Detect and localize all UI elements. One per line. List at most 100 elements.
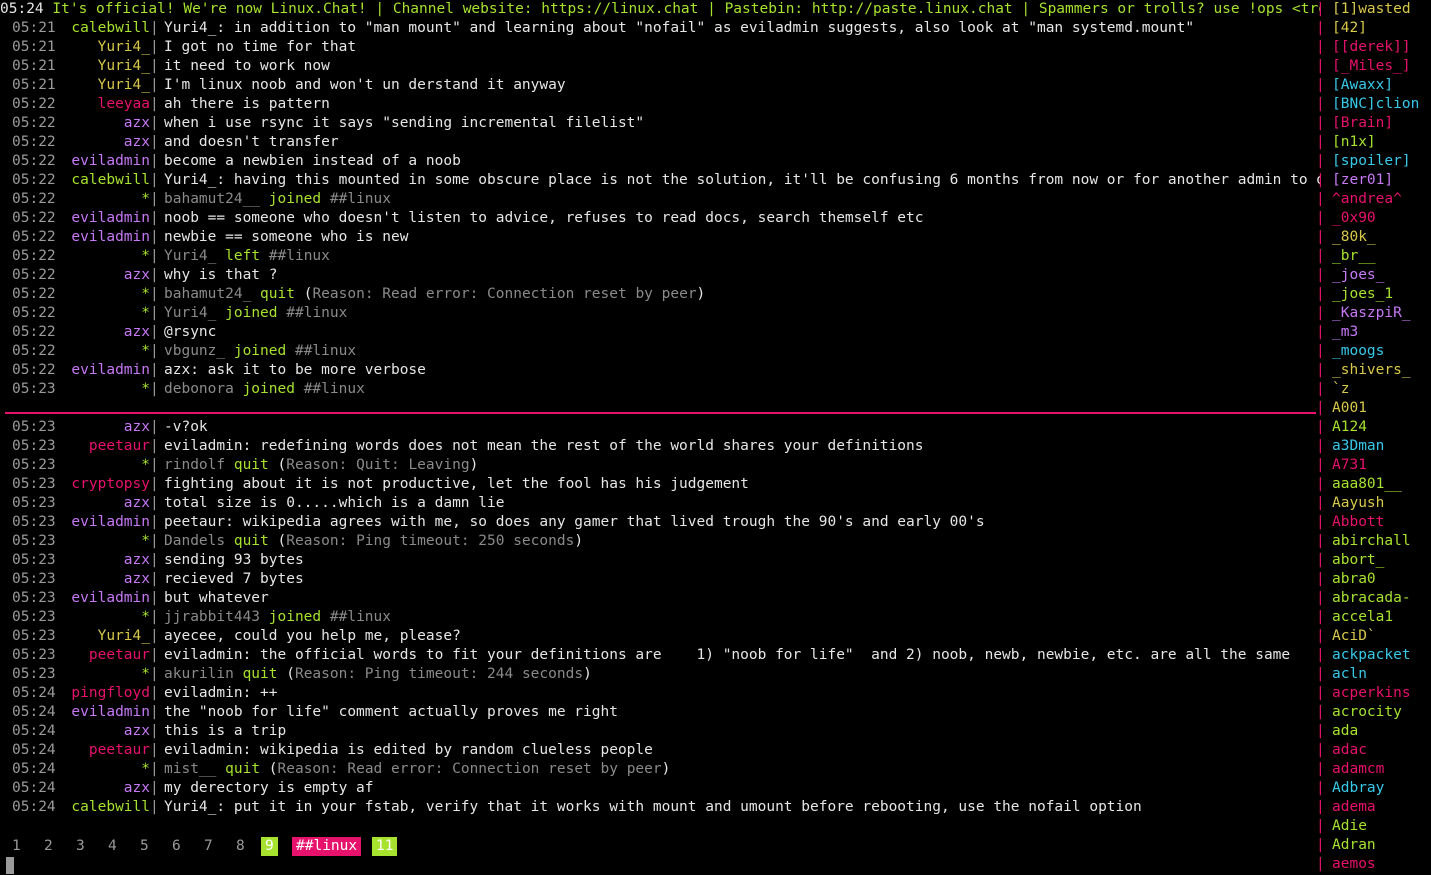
- nicklist-item[interactable]: | ada: [1316, 722, 1431, 741]
- nicklist-item[interactable]: | [1]wasted: [1316, 0, 1431, 19]
- nicklist-item[interactable]: | abort_: [1316, 551, 1431, 570]
- nicklist-name[interactable]: abra0: [1332, 571, 1376, 587]
- message-nick[interactable]: pingfloyd: [71, 684, 150, 703]
- window-tab[interactable]: 7: [204, 837, 213, 856]
- nicklist-name[interactable]: acperkins: [1332, 685, 1411, 701]
- event-nick[interactable]: jjrabbit443: [164, 609, 260, 625]
- nicklist-item[interactable]: | Abbott: [1316, 513, 1431, 532]
- nicklist-name[interactable]: _joes_1: [1332, 286, 1393, 302]
- nicklist-item[interactable]: | _shivers_: [1316, 361, 1431, 380]
- nicklist-name[interactable]: _KaszpiR_: [1332, 305, 1411, 321]
- event-nick[interactable]: Yuri4_: [164, 248, 216, 264]
- message-nick[interactable]: Yuri4_: [98, 627, 150, 646]
- event-nick[interactable]: rindolf: [164, 457, 225, 473]
- event-nick[interactable]: Yuri4_: [164, 305, 216, 321]
- window-tab[interactable]: 1: [12, 837, 21, 856]
- nicklist-name[interactable]: _0x90: [1332, 210, 1376, 226]
- message-nick[interactable]: cryptopsy: [71, 475, 150, 494]
- window-tab[interactable]: 8: [236, 837, 245, 856]
- nicklist-item[interactable]: | adamcm: [1316, 760, 1431, 779]
- nicklist-name[interactable]: adamcm: [1332, 761, 1384, 777]
- nicklist-item[interactable]: | abra0: [1316, 570, 1431, 589]
- nicklist-name[interactable]: [1]wasted: [1332, 1, 1411, 17]
- message-nick[interactable]: eviladmin: [71, 361, 150, 380]
- nicklist-item[interactable]: | acperkins: [1316, 684, 1431, 703]
- nicklist-item[interactable]: | Adran: [1316, 836, 1431, 855]
- message-nick[interactable]: azx: [124, 570, 150, 589]
- nicklist-item[interactable]: | Adbray: [1316, 779, 1431, 798]
- nicklist-item[interactable]: | `z: [1316, 380, 1431, 399]
- nicklist-name[interactable]: A001: [1332, 400, 1367, 416]
- nicklist-name[interactable]: ada: [1332, 723, 1358, 739]
- message-nick[interactable]: eviladmin: [71, 589, 150, 608]
- nicklist-item[interactable]: | aaa801__: [1316, 475, 1431, 494]
- nicklist-item[interactable]: | _br__: [1316, 247, 1431, 266]
- nicklist-item[interactable]: | Adie: [1316, 817, 1431, 836]
- nicklist-item[interactable]: | [_Miles_]: [1316, 57, 1431, 76]
- nicklist-name[interactable]: abort_: [1332, 552, 1384, 568]
- nicklist-name[interactable]: [n1x]: [1332, 134, 1376, 150]
- nicklist-item[interactable]: | ackpacket: [1316, 646, 1431, 665]
- nicklist-name[interactable]: _shivers_: [1332, 362, 1411, 378]
- nicklist-item[interactable]: | [Awaxx]: [1316, 76, 1431, 95]
- message-nick[interactable]: calebwill: [71, 798, 150, 817]
- event-nick[interactable]: mist__: [164, 761, 216, 777]
- message-nick[interactable]: eviladmin: [71, 228, 150, 247]
- event-nick[interactable]: bahamut24_: [164, 286, 251, 302]
- nicklist-name[interactable]: adema: [1332, 799, 1376, 815]
- nicklist-name[interactable]: _joes_: [1332, 267, 1384, 283]
- message-nick[interactable]: Yuri4_: [98, 57, 150, 76]
- message-nick[interactable]: azx: [124, 722, 150, 741]
- event-nick[interactable]: debonora: [164, 381, 234, 397]
- nicklist-name[interactable]: Adie: [1332, 818, 1367, 834]
- window-tab[interactable]: 2: [44, 837, 53, 856]
- nicklist-item[interactable]: | _KaszpiR_: [1316, 304, 1431, 323]
- nicklist-name[interactable]: accela1: [1332, 609, 1393, 625]
- nicklist-item[interactable]: | AciD`: [1316, 627, 1431, 646]
- nicklist-item[interactable]: | aemos: [1316, 855, 1431, 874]
- nicklist-name[interactable]: _br__: [1332, 248, 1376, 264]
- nicklist-name[interactable]: _m3: [1332, 324, 1358, 340]
- message-nick[interactable]: eviladmin: [71, 703, 150, 722]
- nicklist-item[interactable]: | [[derek]]: [1316, 38, 1431, 57]
- nicklist-item[interactable]: | _0x90: [1316, 209, 1431, 228]
- window-tab[interactable]: 9: [261, 837, 278, 856]
- nicklist-name[interactable]: A731: [1332, 457, 1367, 473]
- message-nick[interactable]: azx: [124, 133, 150, 152]
- nicklist-item[interactable]: | [zer01]: [1316, 171, 1431, 190]
- input-cursor[interactable]: [6, 857, 14, 874]
- nicklist-name[interactable]: Abbott: [1332, 514, 1384, 530]
- nicklist-name[interactable]: aaa801__: [1332, 476, 1402, 492]
- nicklist-item[interactable]: | _joes_1: [1316, 285, 1431, 304]
- nicklist-name[interactable]: ackpacket: [1332, 647, 1411, 663]
- nicklist-name[interactable]: [[derek]]: [1332, 39, 1411, 55]
- nicklist-item[interactable]: | [BNC]clion: [1316, 95, 1431, 114]
- message-nick[interactable]: leeyaa: [98, 95, 150, 114]
- nicklist-name[interactable]: _80k_: [1332, 229, 1376, 245]
- chat-buffer[interactable]: 05:21 calebwill | Yuri4_: in addition to "m…: [0, 19, 1320, 817]
- nicklist-item[interactable]: | A001: [1316, 399, 1431, 418]
- nicklist-name[interactable]: A124: [1332, 419, 1367, 435]
- message-nick[interactable]: peetaur: [89, 646, 150, 665]
- event-nick[interactable]: akurilin: [164, 666, 234, 682]
- message-nick[interactable]: calebwill: [71, 19, 150, 38]
- event-nick[interactable]: Dandels: [164, 533, 225, 549]
- nicklist-name[interactable]: [42]: [1332, 20, 1367, 36]
- nicklist-name[interactable]: _moogs: [1332, 343, 1384, 359]
- message-nick[interactable]: azx: [124, 779, 150, 798]
- message-nick[interactable]: peetaur: [89, 741, 150, 760]
- message-nick[interactable]: peetaur: [89, 437, 150, 456]
- nicklist-item[interactable]: | accela1: [1316, 608, 1431, 627]
- nicklist-item[interactable]: | A731: [1316, 456, 1431, 475]
- message-nick[interactable]: eviladmin: [71, 209, 150, 228]
- nicklist-name[interactable]: ^andrea^: [1332, 191, 1402, 207]
- nicklist-name[interactable]: Aayush: [1332, 495, 1384, 511]
- nicklist-item[interactable]: | [Brain]: [1316, 114, 1431, 133]
- nicklist-name[interactable]: [Awaxx]: [1332, 77, 1393, 93]
- nicklist-name[interactable]: `z: [1332, 381, 1349, 397]
- nicklist-item[interactable]: | [42]: [1316, 19, 1431, 38]
- nicklist-name[interactable]: abirchall: [1332, 533, 1411, 549]
- nicklist-name[interactable]: aemos: [1332, 856, 1376, 872]
- nicklist-item[interactable]: | A124: [1316, 418, 1431, 437]
- nicklist-name[interactable]: AciD`: [1332, 628, 1376, 644]
